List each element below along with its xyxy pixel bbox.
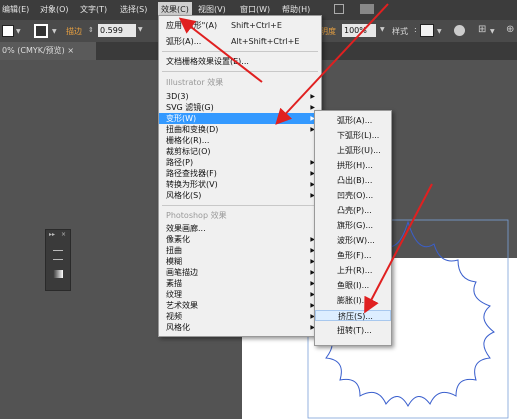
menu-item-arc[interactable]: 弧形(A)... Alt+Shift+Ctrl+E	[159, 36, 321, 47]
opacity-label[interactable]: 明度	[320, 26, 336, 37]
warp-item-inflate[interactable]: 膨胀(I)...	[315, 295, 391, 306]
menu-type[interactable]: 文字(T)	[80, 4, 107, 15]
stroke-width-input[interactable]: 0.599	[98, 24, 136, 37]
menu-item-apply-arc[interactable]: 应用"弧形"(A) Shift+Ctrl+E	[159, 20, 321, 31]
warp-item-shell-upper[interactable]: 凸壳(P)...	[315, 205, 391, 216]
menu-item-warp[interactable]: 变形(W) ▶	[159, 113, 321, 124]
bridge-icon[interactable]	[334, 4, 344, 14]
menu-item-pixelate[interactable]: 像素化 ▶	[159, 234, 321, 245]
transform-icon[interactable]: ⊕	[506, 24, 514, 35]
menu-select[interactable]: 选择(S)	[120, 4, 147, 15]
menu-item-texture[interactable]: 纹理 ▶	[159, 289, 321, 300]
menu-item-pathfinder[interactable]: 路径查找器(F) ▶	[159, 168, 321, 179]
warp-item-fisheye[interactable]: 鱼眼(I)...	[315, 280, 391, 291]
menu-item-document-raster[interactable]: 文档栅格效果设置(E)...	[159, 56, 321, 67]
collapse-icon[interactable]: ▸▸	[49, 231, 55, 238]
menu-item-svg-filters[interactable]: SVG 滤镜(G) ▶	[159, 102, 321, 113]
warp-item-rise[interactable]: 上升(R)...	[315, 265, 391, 276]
chevron-down-icon[interactable]: ▼	[52, 28, 57, 35]
menu-item-rasterize[interactable]: 栅格化(R)...	[159, 135, 321, 146]
menu-item-convert-to-shape[interactable]: 转换为形状(V) ▶	[159, 179, 321, 190]
warp-item-arc-upper[interactable]: 上弧形(U)...	[315, 145, 391, 156]
menu-item-distort[interactable]: 扭曲 ▶	[159, 245, 321, 256]
menu-item-sketch[interactable]: 素描 ▶	[159, 278, 321, 289]
chevron-down-icon[interactable]: ▼	[380, 26, 385, 33]
menu-view[interactable]: 视图(V)	[198, 4, 226, 15]
warp-item-twist[interactable]: 扭转(T)...	[315, 325, 391, 336]
warp-item-arc-lower[interactable]: 下弧形(L)...	[315, 130, 391, 141]
menu-edit[interactable]: 编辑(E)	[2, 4, 29, 15]
menu-item-stylize[interactable]: 风格化(S) ▶	[159, 190, 321, 201]
photoshop-effects-header: Photoshop 效果	[166, 211, 227, 220]
menu-item-effect-gallery[interactable]: 效果画廊...	[159, 223, 321, 234]
warp-item-bulge[interactable]: 凸出(B)...	[315, 175, 391, 186]
close-icon[interactable]: ×	[61, 231, 66, 238]
gradient-icon[interactable]	[53, 270, 63, 278]
recolor-artwork-icon[interactable]	[454, 25, 465, 36]
menu-item-blur[interactable]: 模糊 ▶	[159, 256, 321, 267]
warp-item-fish[interactable]: 鱼形(F)...	[315, 250, 391, 261]
menu-item-crop-marks[interactable]: 裁剪标记(O)	[159, 146, 321, 157]
menu-help[interactable]: 帮助(H)	[282, 4, 310, 15]
warp-submenu: 弧形(A)... 下弧形(L)... 上弧形(U)... 拱形(H)... 凸出…	[314, 110, 392, 346]
warp-item-arc[interactable]: 弧形(A)...	[315, 115, 391, 126]
menu-object[interactable]: 对象(O)	[40, 4, 69, 15]
fill-swatch[interactable]	[2, 25, 14, 37]
align-icon[interactable]: ⊞	[478, 24, 486, 35]
menu-item-video[interactable]: 视频 ▶	[159, 311, 321, 322]
menu-item-distort-transform[interactable]: 扭曲和变换(D) ▶	[159, 124, 321, 135]
warp-item-squeeze[interactable]: 挤压(S)...	[315, 310, 391, 321]
menu-item-artistic[interactable]: 艺术效果 ▶	[159, 300, 321, 311]
chevron-down-icon[interactable]: ▼	[437, 28, 442, 35]
collapsed-panel[interactable]: ▸▸ ×	[45, 229, 71, 291]
stroke-label[interactable]: 描边	[66, 26, 82, 37]
menu-item-stylize-ps[interactable]: 风格化 ▶	[159, 322, 321, 333]
warp-item-shell-lower[interactable]: 凹壳(O)...	[315, 190, 391, 201]
stroke-swatch[interactable]	[34, 24, 48, 38]
arrange-documents-icon[interactable]	[360, 4, 374, 14]
warp-item-wave[interactable]: 波形(W)...	[315, 235, 391, 246]
graphic-style-swatch[interactable]	[420, 24, 434, 37]
menu-item-path[interactable]: 路径(P) ▶	[159, 157, 321, 168]
document-tab[interactable]: 0% (CMYK/预览) ×	[0, 42, 96, 60]
separator	[162, 205, 318, 206]
warp-item-flag[interactable]: 旗形(G)...	[315, 220, 391, 231]
chevron-down-icon[interactable]: ▼	[16, 28, 21, 35]
style-label: 样式	[392, 27, 408, 36]
warp-item-arch[interactable]: 拱形(H)...	[315, 160, 391, 171]
separator	[162, 71, 318, 72]
chevron-down-icon[interactable]: ▼	[490, 28, 495, 35]
chevron-right-icon: ▶	[310, 93, 315, 100]
illustrator-effects-header: Illustrator 效果	[166, 78, 224, 87]
layers-icon[interactable]	[53, 250, 63, 260]
effect-menu: 应用"弧形"(A) Shift+Ctrl+E 弧形(A)... Alt+Shift+…	[158, 15, 322, 337]
menu-window[interactable]: 窗口(W)	[240, 4, 270, 15]
chevron-down-icon[interactable]: ▼	[138, 26, 143, 33]
opacity-input[interactable]: 100%	[342, 24, 376, 37]
menu-item-brush-strokes[interactable]: 画笔描边 ▶	[159, 267, 321, 278]
separator	[162, 51, 318, 52]
menu-item-3d[interactable]: 3D(3) ▶	[159, 91, 321, 102]
stepper-icon[interactable]: ⇕	[88, 26, 94, 34]
